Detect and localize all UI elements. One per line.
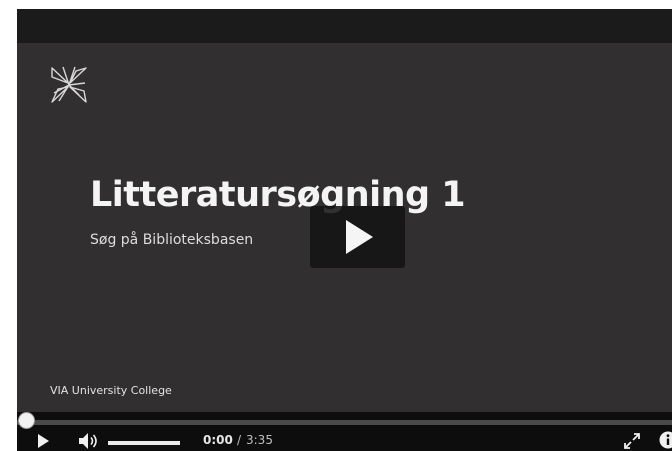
big-play-button[interactable] bbox=[310, 206, 405, 268]
current-time: 0:00 bbox=[203, 433, 233, 447]
video-subtitle: Søg på Biblioteksbasen bbox=[90, 232, 254, 248]
via-logo-icon bbox=[49, 65, 89, 105]
control-bar: 0:00 / 3:35 bbox=[17, 412, 672, 451]
video-title: Litteratursøgning 1 bbox=[90, 175, 466, 215]
info-icon[interactable] bbox=[659, 431, 672, 449]
progress-bar[interactable] bbox=[17, 420, 672, 425]
organization-label: VIA University College bbox=[50, 384, 172, 397]
progress-handle[interactable] bbox=[18, 412, 35, 429]
time-separator: / bbox=[237, 433, 242, 447]
total-duration: 3:35 bbox=[246, 433, 273, 447]
volume-level bbox=[108, 441, 180, 445]
volume-icon[interactable] bbox=[78, 432, 100, 450]
play-icon[interactable] bbox=[35, 434, 51, 448]
volume-slider[interactable] bbox=[108, 441, 180, 445]
play-icon bbox=[346, 220, 373, 254]
page: Litteratursøgning 1 Søg på Biblioteksbas… bbox=[0, 0, 672, 451]
fullscreen-icon[interactable] bbox=[623, 432, 641, 450]
player-top-bar bbox=[17, 9, 672, 43]
video-player[interactable]: Litteratursøgning 1 Søg på Biblioteksbas… bbox=[17, 9, 672, 451]
